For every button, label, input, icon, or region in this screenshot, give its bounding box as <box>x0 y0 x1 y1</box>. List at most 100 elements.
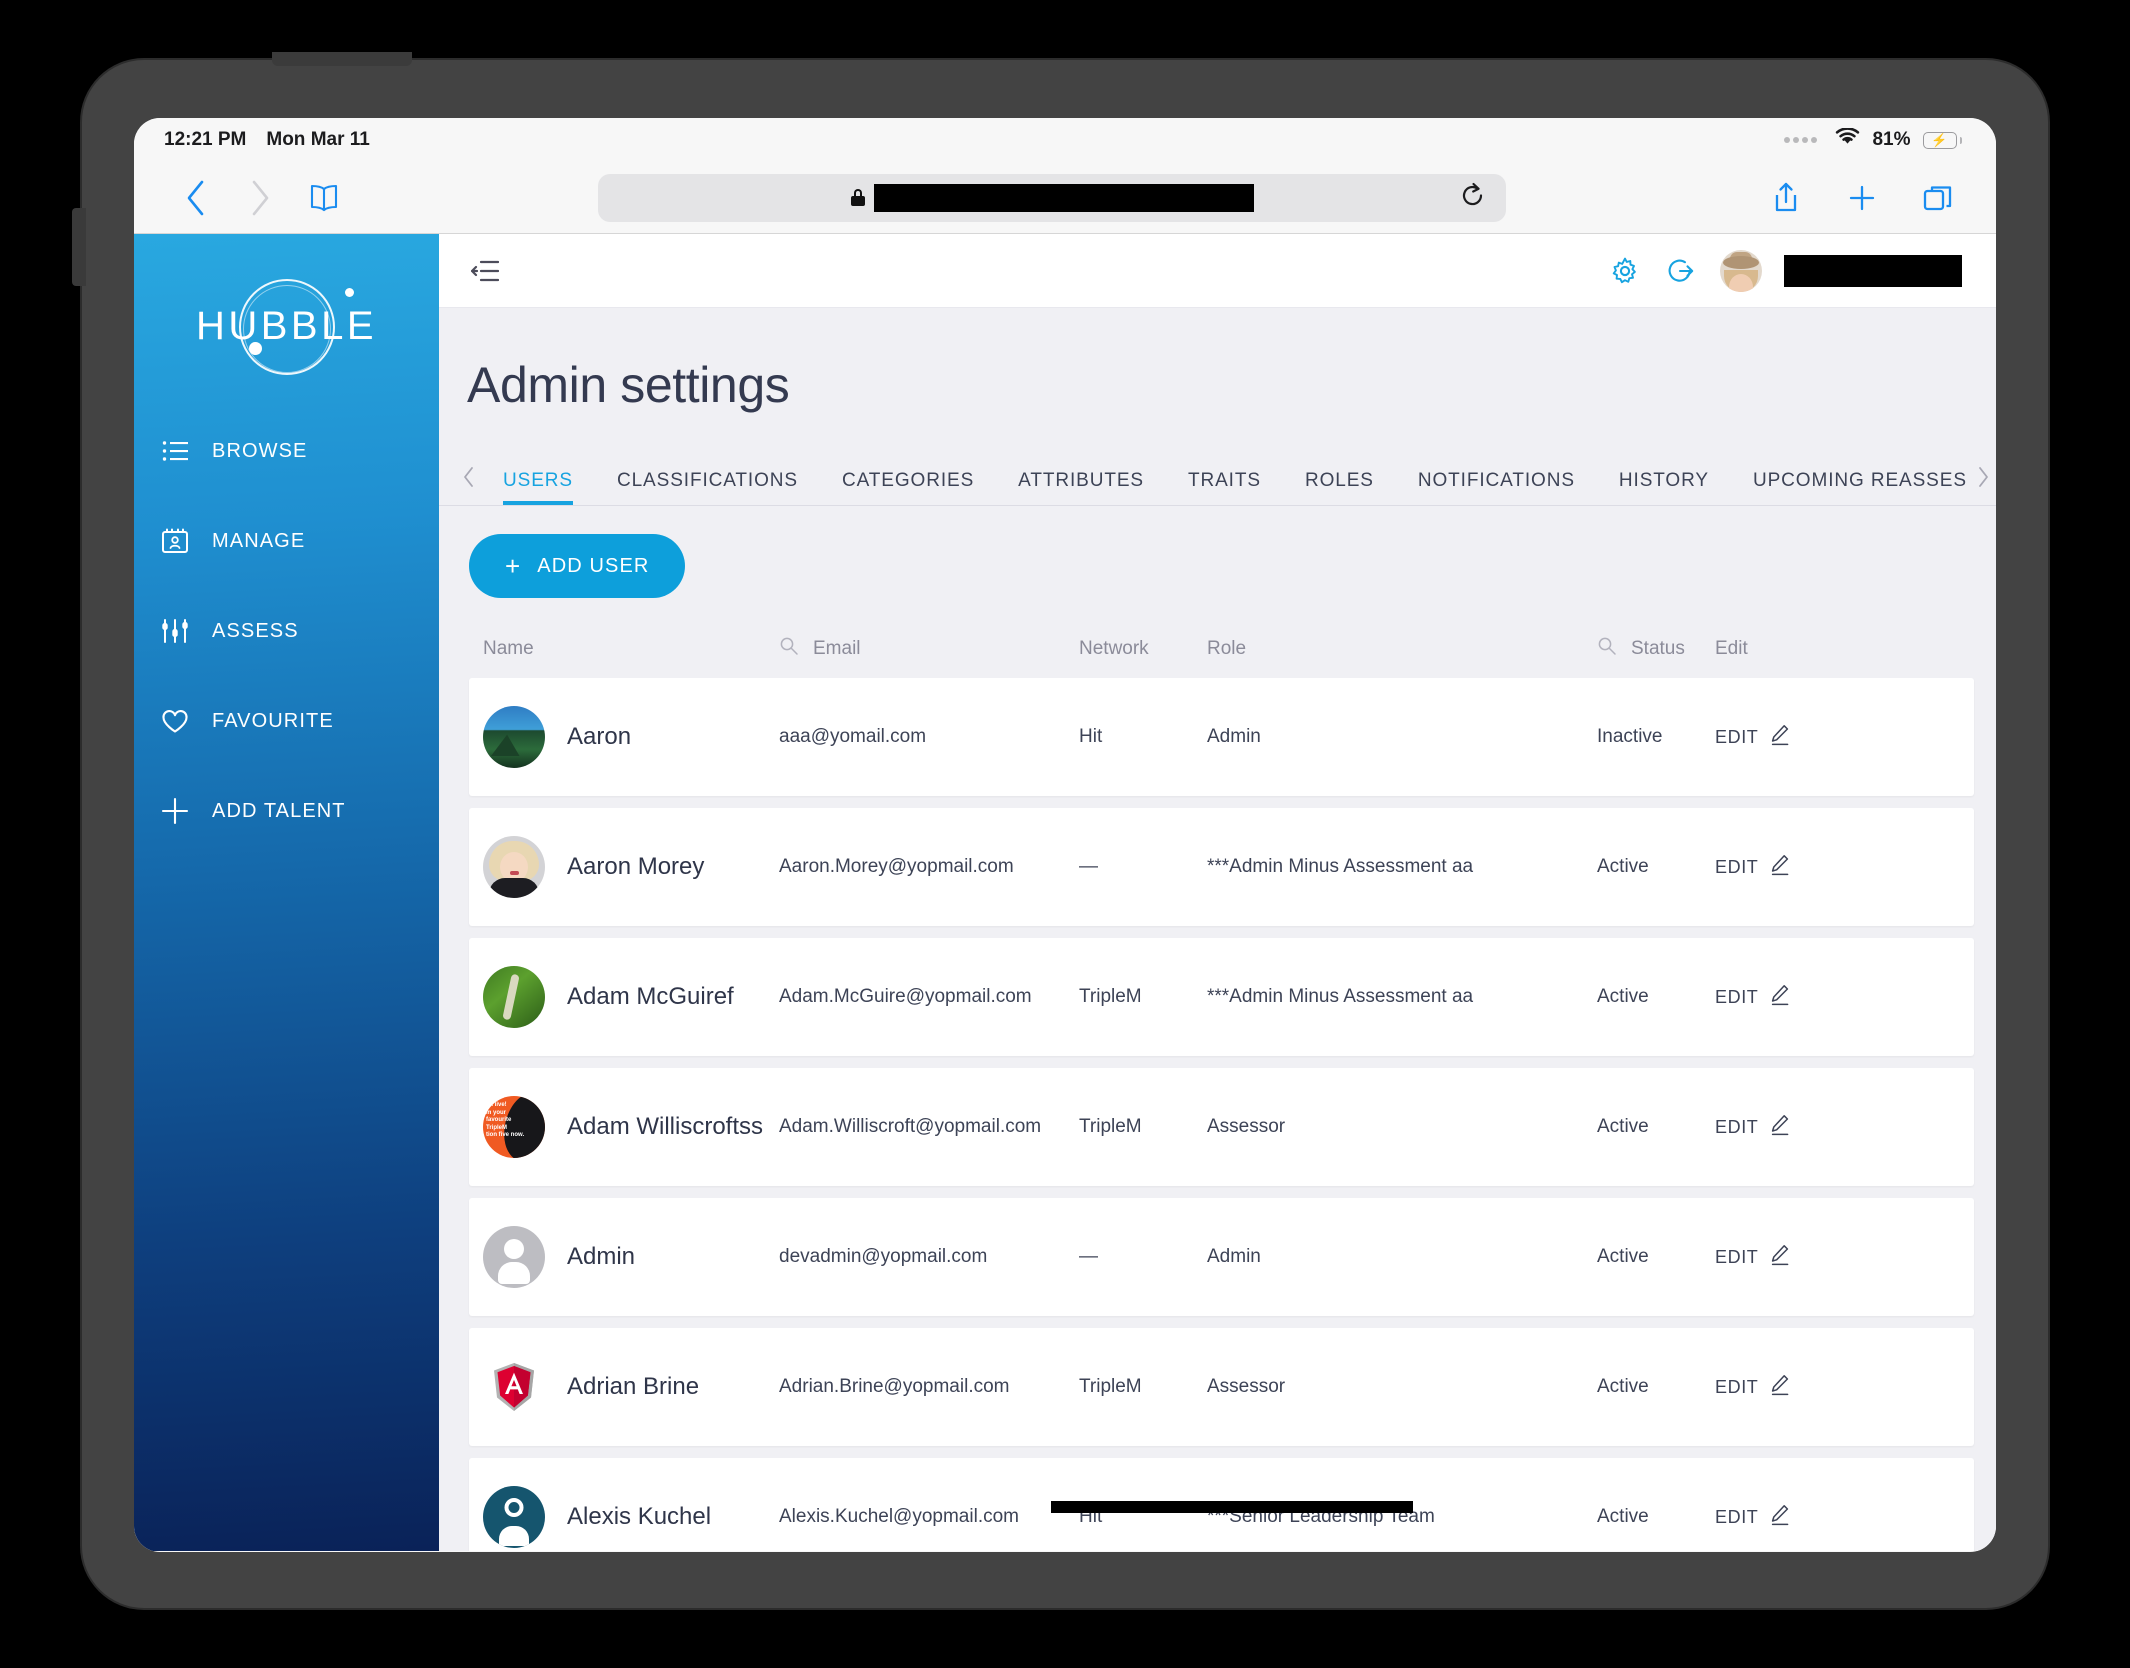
cell-email: devadmin@yopmail.com <box>779 1246 988 1267</box>
cell-email: Adrian.Brine@yopmail.com <box>779 1376 1010 1397</box>
chevron-right-icon <box>252 180 269 215</box>
status-time: 12:21 PM <box>164 129 247 150</box>
wifi-icon <box>1835 127 1860 152</box>
app-header <box>439 234 1996 308</box>
page-title: Admin settings <box>467 357 790 413</box>
cell-role: ***Admin Minus Assessment aa <box>1207 856 1474 877</box>
sidebar-item-label: ADD TALENT <box>212 799 346 822</box>
edit-label: EDIT <box>1715 1116 1759 1137</box>
edit-button[interactable]: EDIT <box>1715 1114 1790 1141</box>
tabs-scroll-left-button[interactable] <box>455 457 481 505</box>
cell-edit: EDIT <box>1715 1504 1835 1531</box>
table-row[interactable]: Adrian Brine Adrian.Brine@yopmail.com Trip… <box>469 1328 1974 1446</box>
pencil-icon <box>1770 724 1790 751</box>
url-bar[interactable] <box>598 173 1506 222</box>
cell-name: Adam McGuiref <box>483 966 779 1028</box>
edit-button[interactable]: EDIT <box>1715 854 1790 881</box>
user-name: Alexis Kuchel <box>567 1503 712 1530</box>
edit-button[interactable]: EDIT <box>1715 1504 1790 1531</box>
column-header-status[interactable]: Status <box>1597 636 1715 662</box>
show-tabs-button[interactable] <box>1910 172 1966 224</box>
row-avatar <box>483 966 545 1028</box>
user-name: Adam Williscroftss <box>567 1113 764 1140</box>
search-icon[interactable] <box>1597 636 1617 662</box>
tab-classifications[interactable]: CLASSIFICATIONS <box>595 471 820 505</box>
add-user-row: + ADD USER <box>439 506 1996 598</box>
sidebar-item-add-talent[interactable]: ADD TALENT <box>134 766 439 856</box>
collapse-menu-button[interactable] <box>463 249 507 293</box>
share-button[interactable] <box>1758 172 1814 224</box>
table-row[interactable]: Aaron aaa@yomail.com Hit Admin Inactive EDIT <box>469 678 1974 796</box>
share-icon <box>1775 182 1797 211</box>
edit-button[interactable]: EDIT <box>1715 724 1790 751</box>
cell-email: Aaron.Morey@yopmail.com <box>779 856 1014 877</box>
row-avatar <box>483 1486 545 1548</box>
cell-email: Adam.Williscroft@yopmail.com <box>779 1116 1042 1137</box>
tabs-overview-icon <box>1923 185 1952 210</box>
tab-notifications[interactable]: NOTIFICATIONS <box>1396 471 1597 505</box>
cell-edit: EDIT <box>1715 984 1835 1011</box>
users-table: Name Email Network Role Status Edit Aaro… <box>439 620 1996 1551</box>
sidebar-item-manage[interactable]: MANAGE <box>134 496 439 586</box>
list-icon <box>160 436 190 466</box>
edit-button[interactable]: EDIT <box>1715 984 1790 1011</box>
tab-categories[interactable]: CATEGORIES <box>820 471 996 505</box>
cell-network: TripleM <box>1079 986 1142 1007</box>
status-bar-right: 81% ⚡ <box>1784 127 1962 152</box>
new-tab-button[interactable] <box>1834 172 1890 224</box>
column-header-email[interactable]: Email <box>779 636 1079 662</box>
column-header-role[interactable]: Role <box>1207 638 1597 660</box>
status-bar-left: 12:21 PM Mon Mar 11 <box>164 129 370 151</box>
tab-bar: USERS CLASSIFICATIONS CATEGORIES ATTRIBU… <box>439 414 1996 506</box>
toolbar-right-actions <box>1748 172 1966 224</box>
tab-history[interactable]: HISTORY <box>1597 471 1731 505</box>
cell-role: Admin <box>1207 726 1261 747</box>
battery-percent-label: 81% <box>1872 129 1911 150</box>
column-label: Role <box>1207 638 1247 659</box>
add-user-label: ADD USER <box>537 554 650 577</box>
user-name: Adrian Brine <box>567 1373 700 1400</box>
cell-name: Adrian Brine <box>483 1356 779 1418</box>
edit-label: EDIT <box>1715 856 1759 877</box>
header-avatar[interactable] <box>1720 249 1762 292</box>
search-icon[interactable] <box>779 636 799 662</box>
tab-upcoming-reassessments[interactable]: UPCOMING REASSES <box>1731 471 1970 505</box>
ios-status-bar: 12:21 PM Mon Mar 11 81% ⚡ <box>134 118 1996 162</box>
bookmarks-button[interactable] <box>292 172 356 224</box>
plus-icon <box>1849 185 1875 210</box>
url-content <box>850 183 1254 212</box>
cell-status: Active <box>1597 1116 1649 1137</box>
edit-button[interactable]: EDIT <box>1715 1374 1790 1401</box>
book-icon <box>310 184 338 211</box>
tab-attributes[interactable]: ATTRIBUTES <box>996 471 1166 505</box>
tab-users[interactable]: USERS <box>481 471 595 505</box>
tabs-scroll-right-button[interactable] <box>1970 457 1996 505</box>
edit-button[interactable]: EDIT <box>1715 1244 1790 1271</box>
sidebar-item-assess[interactable]: ASSESS <box>134 586 439 676</box>
table-row[interactable]: Aaron Morey Aaron.Morey@yopmail.com — ***Ad… <box>469 808 1974 926</box>
reload-icon <box>1462 182 1483 205</box>
table-row[interactable]: Admin devadmin@yopmail.com — Admin Active EDI… <box>469 1198 1974 1316</box>
table-row[interactable]: Adam McGuiref Adam.McGuire@yopmail.com Tri… <box>469 938 1974 1056</box>
tab-traits[interactable]: TRAITS <box>1166 471 1283 505</box>
add-user-button[interactable]: + ADD USER <box>469 534 686 598</box>
row-avatar <box>483 706 545 768</box>
table-row[interactable]: en live! m your favourite TripleM tion fiv… <box>469 1068 1974 1186</box>
column-header-name[interactable]: Name <box>483 638 779 660</box>
sidebar-item-browse[interactable]: BROWSE <box>134 406 439 496</box>
sidebar-item-favourite[interactable]: FAVOURITE <box>134 676 439 766</box>
settings-button[interactable] <box>1608 254 1642 288</box>
web-app-body: HUBBLE BROWSE MANAGE ASSESS FAVOURITE AD… <box>134 234 1996 1551</box>
cell-name: Alexis Kuchel <box>483 1486 779 1548</box>
back-button[interactable] <box>164 172 228 224</box>
pencil-icon <box>1770 854 1790 881</box>
sidebar-item-label: FAVOURITE <box>212 709 334 732</box>
user-name: Adam McGuiref <box>567 983 734 1010</box>
hubble-logo[interactable]: HUBBLE <box>134 246 439 406</box>
logout-button[interactable] <box>1664 254 1698 288</box>
tab-roles[interactable]: ROLES <box>1283 471 1396 505</box>
column-header-network[interactable]: Network <box>1079 638 1207 660</box>
forward-button[interactable] <box>228 172 292 224</box>
cell-role: Admin <box>1207 1246 1261 1267</box>
reload-button[interactable] <box>1460 181 1486 214</box>
